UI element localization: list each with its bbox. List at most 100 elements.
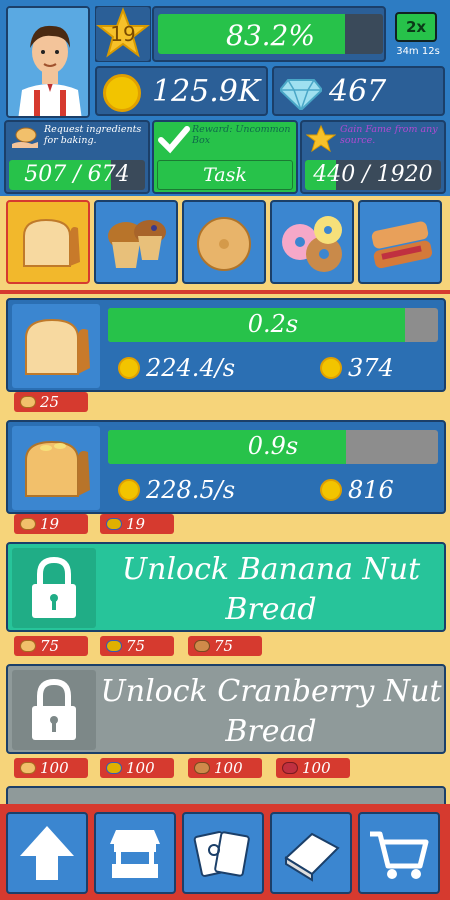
baker-portrait-icon bbox=[8, 8, 88, 116]
upgrade-cost[interactable]: 374 bbox=[310, 350, 438, 386]
tab-pastries[interactable] bbox=[358, 200, 442, 284]
list-item: Unlock Cranberry Nut Bread 100 100 100 1… bbox=[6, 664, 446, 784]
cards-icon bbox=[193, 831, 250, 877]
mission-text: Reward: Uncommon Box bbox=[192, 124, 291, 146]
top-hud: 19 83.2% 2x 34m 12s 125.9K 467 Request i… bbox=[0, 0, 450, 196]
banana-ingredient-icon bbox=[106, 640, 122, 652]
cards-button[interactable] bbox=[182, 812, 264, 894]
production-time: 0.9s bbox=[247, 432, 299, 460]
coins-value: 125.9K bbox=[152, 74, 261, 109]
ingredient-count: 100 bbox=[214, 759, 243, 777]
unlock-label: Unlock Cranberry Nut Bread bbox=[100, 674, 442, 749]
production-timer: 0.2s bbox=[108, 308, 438, 342]
gems-panel[interactable]: 467 bbox=[272, 66, 445, 116]
income-rate-value: 224.4/s bbox=[146, 354, 236, 382]
shop-button[interactable] bbox=[94, 812, 176, 894]
ingredient-badge: 100 bbox=[276, 758, 350, 778]
production-list: 0.2s 224.4/s 374 25 0.9s 228.5/s 816 19 … bbox=[0, 294, 450, 804]
ingredient-badge: 75 bbox=[100, 636, 174, 656]
banana-ingredient-icon bbox=[106, 518, 122, 530]
locked-item-peek bbox=[6, 786, 446, 804]
padlock-icon bbox=[32, 678, 76, 740]
boost-timer: 34m 12s bbox=[396, 46, 440, 57]
bread-ingredient-icon bbox=[20, 762, 36, 774]
income-rate: 224.4/s bbox=[108, 350, 308, 386]
coins-stack-icon bbox=[118, 479, 140, 501]
coins-panel[interactable]: 125.9K bbox=[95, 66, 268, 116]
ingredient-count: 100 bbox=[302, 759, 331, 777]
cranberry-ingredient-icon bbox=[282, 762, 298, 774]
category-tabs bbox=[0, 196, 450, 294]
mission-progress-text: 507 / 674 bbox=[24, 162, 130, 187]
nut-ingredient-icon bbox=[194, 762, 210, 774]
production-time: 0.2s bbox=[247, 310, 299, 338]
xp-percent: 83.2% bbox=[226, 19, 315, 52]
mission-progress-text: 440 / 1920 bbox=[313, 162, 433, 187]
banana-ingredient-icon bbox=[106, 762, 122, 774]
diamond-icon bbox=[280, 79, 322, 110]
recipe-book-button[interactable] bbox=[270, 812, 352, 894]
tab-donuts[interactable] bbox=[270, 200, 354, 284]
tab-bagels[interactable] bbox=[182, 200, 266, 284]
unlock-banana-nut-bread-button[interactable]: Unlock Banana Nut Bread bbox=[6, 542, 446, 632]
ingredient-badge: 75 bbox=[188, 636, 262, 656]
item-image bbox=[12, 426, 100, 510]
bagel-icon bbox=[197, 217, 251, 271]
xp-panel: 83.2% bbox=[152, 6, 386, 62]
unlock-cranberry-nut-bread-button[interactable]: Unlock Cranberry Nut Bread bbox=[6, 664, 446, 754]
cart-icon bbox=[370, 831, 429, 879]
muffin-icon bbox=[108, 220, 166, 268]
white-bread-icon bbox=[25, 318, 90, 375]
mission-text: Gain Fame from any source. bbox=[340, 124, 438, 146]
ingredient-badge: 75 bbox=[14, 636, 88, 656]
ingredient-count: 75 bbox=[214, 637, 234, 655]
level-star: 19 bbox=[94, 5, 152, 63]
lock-panel bbox=[12, 548, 96, 628]
list-item: 0.2s 224.4/s 374 25 bbox=[6, 298, 446, 418]
ingredient-count: 25 bbox=[40, 393, 60, 411]
donut-icon bbox=[282, 216, 342, 272]
ingredient-badge: 25 bbox=[14, 392, 88, 412]
coin-icon bbox=[103, 74, 141, 112]
upgrades-button[interactable] bbox=[6, 812, 88, 894]
income-rate: 228.5/s bbox=[108, 472, 308, 508]
ingredient-badge: 100 bbox=[100, 758, 174, 778]
bottom-nav bbox=[0, 804, 450, 900]
item-card[interactable]: 0.2s 224.4/s 374 bbox=[6, 298, 446, 392]
upgrade-cost-value: 816 bbox=[348, 476, 394, 504]
boost-tv-button[interactable]: 2x 34m 12s bbox=[391, 6, 445, 62]
xp-progress-bar: 83.2% bbox=[158, 14, 383, 54]
mission-progress-text: Task Complete! bbox=[175, 164, 275, 189]
ingredient-count: 19 bbox=[40, 515, 60, 533]
ingredient-count: 75 bbox=[40, 637, 60, 655]
mission-card[interactable]: Request ingredients for baking. 507 / 67… bbox=[4, 120, 150, 194]
tab-muffins[interactable] bbox=[94, 200, 178, 284]
recipe-book-icon bbox=[284, 832, 340, 882]
tab-bread[interactable] bbox=[6, 200, 90, 284]
player-avatar[interactable] bbox=[6, 6, 90, 118]
ingredient-count: 19 bbox=[126, 515, 146, 533]
bread-loaf-icon bbox=[23, 218, 80, 267]
level-number: 19 bbox=[110, 22, 136, 46]
ingredient-count: 100 bbox=[40, 759, 69, 777]
ingredient-count: 75 bbox=[126, 637, 146, 655]
ingredient-badge: 19 bbox=[100, 514, 174, 534]
mission-card[interactable]: Gain Fame from any source. 440 / 1920 bbox=[300, 120, 446, 194]
ingredient-badge: 19 bbox=[14, 514, 88, 534]
income-rate-value: 228.5/s bbox=[146, 476, 236, 504]
item-card[interactable]: 0.9s 228.5/s 816 bbox=[6, 420, 446, 514]
bread-ingredient-icon bbox=[20, 640, 36, 652]
mission-progress: 507 / 674 bbox=[9, 160, 145, 190]
padlock-icon bbox=[32, 556, 76, 618]
coins-stack-icon bbox=[118, 357, 140, 379]
list-item bbox=[6, 786, 446, 804]
ingredient-count: 100 bbox=[126, 759, 155, 777]
upgrade-cost[interactable]: 816 bbox=[310, 472, 438, 508]
coin-icon bbox=[320, 357, 342, 379]
shop-stand-icon bbox=[110, 830, 160, 878]
mission-card[interactable]: Reward: Uncommon Box Task Complete! bbox=[152, 120, 298, 194]
mission-progress: 440 / 1920 bbox=[305, 160, 441, 190]
ingredient-badge: 100 bbox=[14, 758, 88, 778]
cart-button[interactable] bbox=[358, 812, 440, 894]
gems-value: 467 bbox=[329, 74, 387, 109]
